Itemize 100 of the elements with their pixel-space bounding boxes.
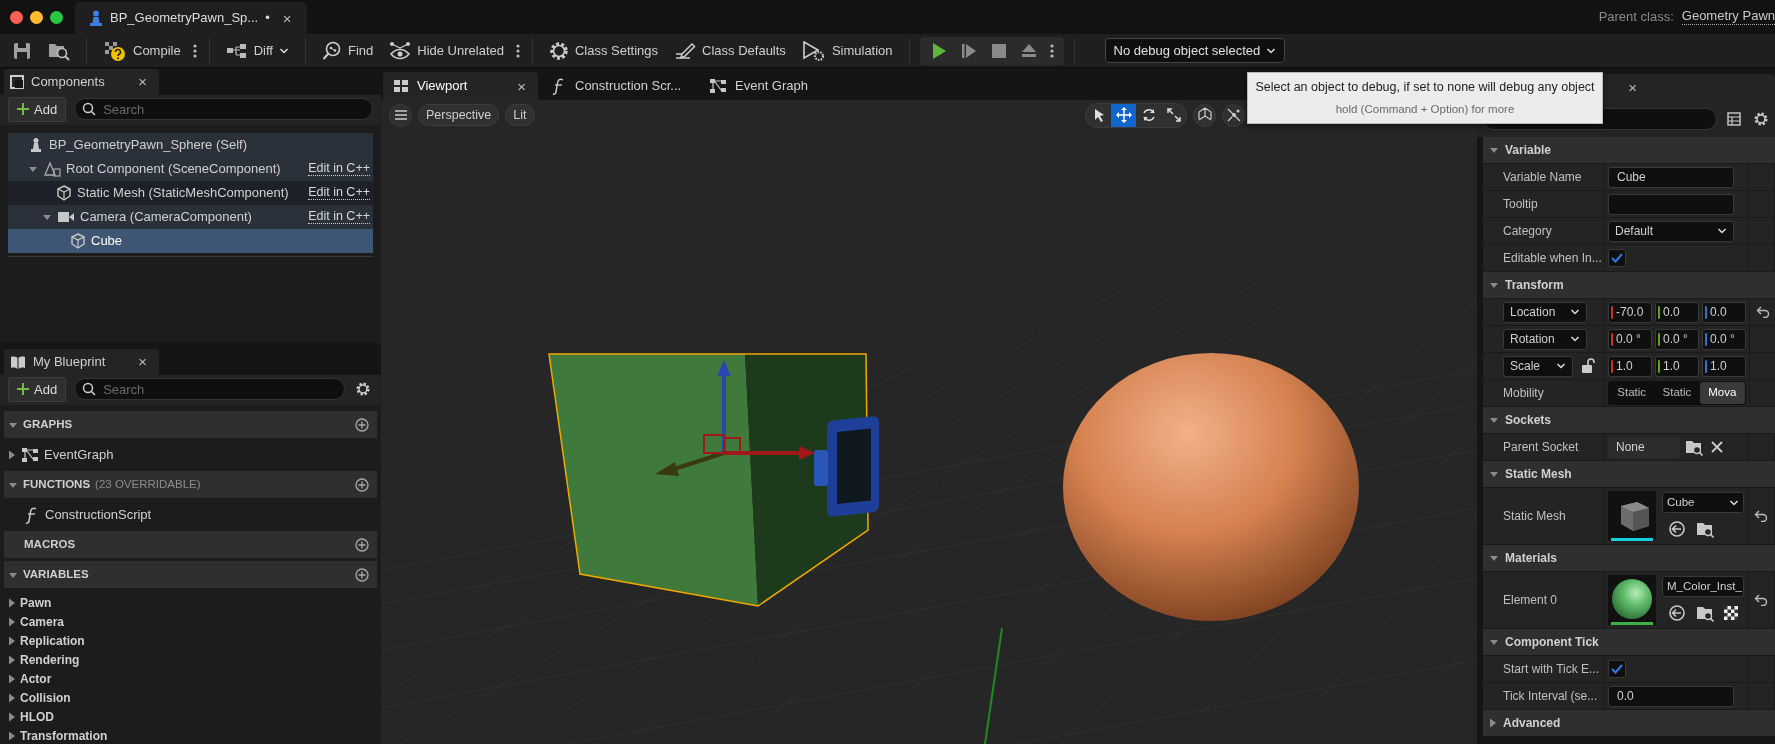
- camera-drawing[interactable]: [814, 415, 879, 518]
- number-field[interactable]: 0.0: [1655, 301, 1699, 323]
- toolbar-button[interactable]: Class Defaults: [668, 37, 792, 64]
- transform-dropdown[interactable]: Rotation: [1503, 328, 1587, 350]
- tree-item[interactable]: Cube: [8, 229, 373, 254]
- search-field[interactable]: Search: [74, 378, 345, 401]
- number-field[interactable]: 1.0: [1702, 355, 1746, 377]
- use-selected-button[interactable]: [1666, 518, 1688, 540]
- lighting-mode-button[interactable]: Lit: [505, 104, 535, 126]
- section-header[interactable]: Materials: [1483, 545, 1775, 572]
- snap-button[interactable]: [1222, 103, 1245, 127]
- number-field[interactable]: -70.0: [1608, 301, 1652, 323]
- category-item[interactable]: HLOD: [4, 709, 377, 725]
- panel-tab[interactable]: Components ×: [4, 68, 159, 95]
- mobility-option[interactable]: Static: [1654, 382, 1700, 404]
- category-item[interactable]: Collision: [4, 690, 377, 706]
- cube-drawing[interactable]: [548, 353, 869, 607]
- number-field[interactable]: 1.0: [1608, 355, 1652, 377]
- tree-item[interactable]: Root Component (SceneComponent) Edit in C++: [8, 157, 373, 182]
- asset-dropdown[interactable]: Cube: [1662, 492, 1744, 513]
- edit-link[interactable]: Edit in C++: [308, 209, 370, 225]
- category-item[interactable]: Pawn: [4, 595, 377, 611]
- tree-item[interactable]: Camera (CameraComponent) Edit in C++: [8, 205, 373, 230]
- category-item[interactable]: Rendering: [4, 652, 377, 668]
- tree-item[interactable]: BP_GeometryPawn_Sphere (Self): [8, 133, 373, 158]
- panel-tab[interactable]: My Blueprint ×: [4, 348, 159, 375]
- toolbar-button[interactable]: Class Settings: [542, 37, 665, 64]
- view-options-button[interactable]: [1725, 109, 1743, 128]
- reset-button[interactable]: [1754, 304, 1772, 320]
- toolbar-button[interactable]: Find: [315, 37, 380, 64]
- category-item[interactable]: Camera: [4, 614, 377, 630]
- reset-button[interactable]: [1752, 508, 1770, 524]
- tree-item[interactable]: Static Mesh (StaticMeshComponent) Edit in C++: [8, 181, 373, 206]
- mobility-option[interactable]: Static: [1609, 382, 1655, 404]
- transform-tool-button[interactable]: [1111, 103, 1136, 127]
- add-button[interactable]: Add: [8, 96, 67, 123]
- section-header[interactable]: VARIABLES: [4, 561, 377, 588]
- number-field[interactable]: 0.0 °: [1702, 328, 1746, 350]
- number-field[interactable]: 0.0 °: [1655, 328, 1699, 350]
- checkbox[interactable]: [1608, 660, 1626, 678]
- section-header[interactable]: Advanced: [1483, 710, 1775, 737]
- section-header[interactable]: Component Tick: [1483, 629, 1775, 656]
- toolbar-button[interactable]: Simulation: [795, 37, 899, 64]
- editor-tab[interactable]: Event Graph: [699, 72, 854, 100]
- search-field[interactable]: Search: [74, 98, 373, 121]
- edit-link[interactable]: Edit in C++: [308, 185, 370, 201]
- asset-dropdown[interactable]: M_Color_Inst_: [1662, 576, 1744, 597]
- reset-button[interactable]: [1752, 592, 1770, 608]
- category-item[interactable]: Transformation: [4, 728, 377, 744]
- add-button[interactable]: Add: [8, 376, 67, 402]
- close-tab-button[interactable]: ×: [280, 10, 294, 26]
- use-selected-button[interactable]: [1666, 602, 1688, 624]
- number-field[interactable]: 1.0: [1655, 355, 1699, 377]
- zoom-button[interactable]: [50, 10, 63, 24]
- view-mode-button[interactable]: Perspective: [418, 104, 500, 126]
- diff-dropdown[interactable]: Diff: [219, 37, 295, 64]
- add-button[interactable]: [355, 537, 369, 552]
- editor-tab[interactable]: Viewport ×: [383, 72, 538, 100]
- edit-link[interactable]: Edit in C++: [308, 161, 370, 177]
- minimize-button[interactable]: [30, 10, 43, 24]
- debug-object-dropdown[interactable]: No debug object selected: [1104, 37, 1286, 64]
- list-item[interactable]: ConstructionScript: [4, 501, 377, 528]
- document-tab[interactable]: BP_GeometryPawn_Sp... • ×: [75, 2, 307, 34]
- list-item[interactable]: EventGraph: [4, 441, 377, 468]
- sphere-drawing[interactable]: [1063, 353, 1359, 621]
- parent-class-link[interactable]: Geometry Pawn: [1681, 9, 1775, 25]
- category-dropdown[interactable]: Default: [1608, 220, 1734, 242]
- add-button[interactable]: [355, 417, 369, 432]
- section-header[interactable]: Variable: [1483, 137, 1775, 164]
- category-item[interactable]: Replication: [4, 633, 377, 649]
- text-field[interactable]: Cube: [1608, 166, 1734, 188]
- section-header[interactable]: MACROS: [4, 531, 377, 558]
- move-gizmo-drawing[interactable]: [655, 360, 815, 476]
- toolbar-button[interactable]: Hide Unrelated: [383, 37, 510, 64]
- close-button[interactable]: ×: [136, 74, 149, 90]
- transform-dropdown[interactable]: Location: [1503, 301, 1587, 323]
- section-header[interactable]: GRAPHS: [4, 411, 377, 438]
- number-field[interactable]: 0.0: [1702, 301, 1746, 323]
- editor-tab[interactable]: Construction Scr...: [541, 72, 696, 100]
- text-field[interactable]: 0.0: [1608, 685, 1734, 707]
- text-field[interactable]: [1608, 193, 1734, 215]
- close-button[interactable]: ×: [136, 354, 149, 369]
- checkbox[interactable]: [1608, 249, 1626, 267]
- section-header[interactable]: FUNCTIONS (23 OVERRIDABLE): [4, 471, 377, 498]
- add-button[interactable]: [355, 567, 369, 582]
- add-button[interactable]: [355, 477, 369, 492]
- menu-button[interactable]: [389, 103, 412, 127]
- mobility-option[interactable]: Mova: [1699, 382, 1745, 404]
- close-button[interactable]: [10, 10, 23, 24]
- world-local-button[interactable]: [1193, 103, 1216, 127]
- socket-field[interactable]: None: [1608, 436, 1680, 458]
- section-header[interactable]: Static Mesh: [1483, 461, 1775, 488]
- section-header[interactable]: Sockets: [1483, 407, 1775, 434]
- close-tab-button[interactable]: ×: [515, 78, 528, 94]
- close-button[interactable]: ×: [1626, 79, 1639, 95]
- number-field[interactable]: 0.0 °: [1608, 328, 1652, 350]
- toolbar-button[interactable]: Compile: [97, 36, 187, 65]
- transform-dropdown[interactable]: Scale: [1503, 355, 1573, 377]
- category-item[interactable]: Actor: [4, 671, 377, 687]
- section-header[interactable]: Transform: [1483, 272, 1775, 299]
